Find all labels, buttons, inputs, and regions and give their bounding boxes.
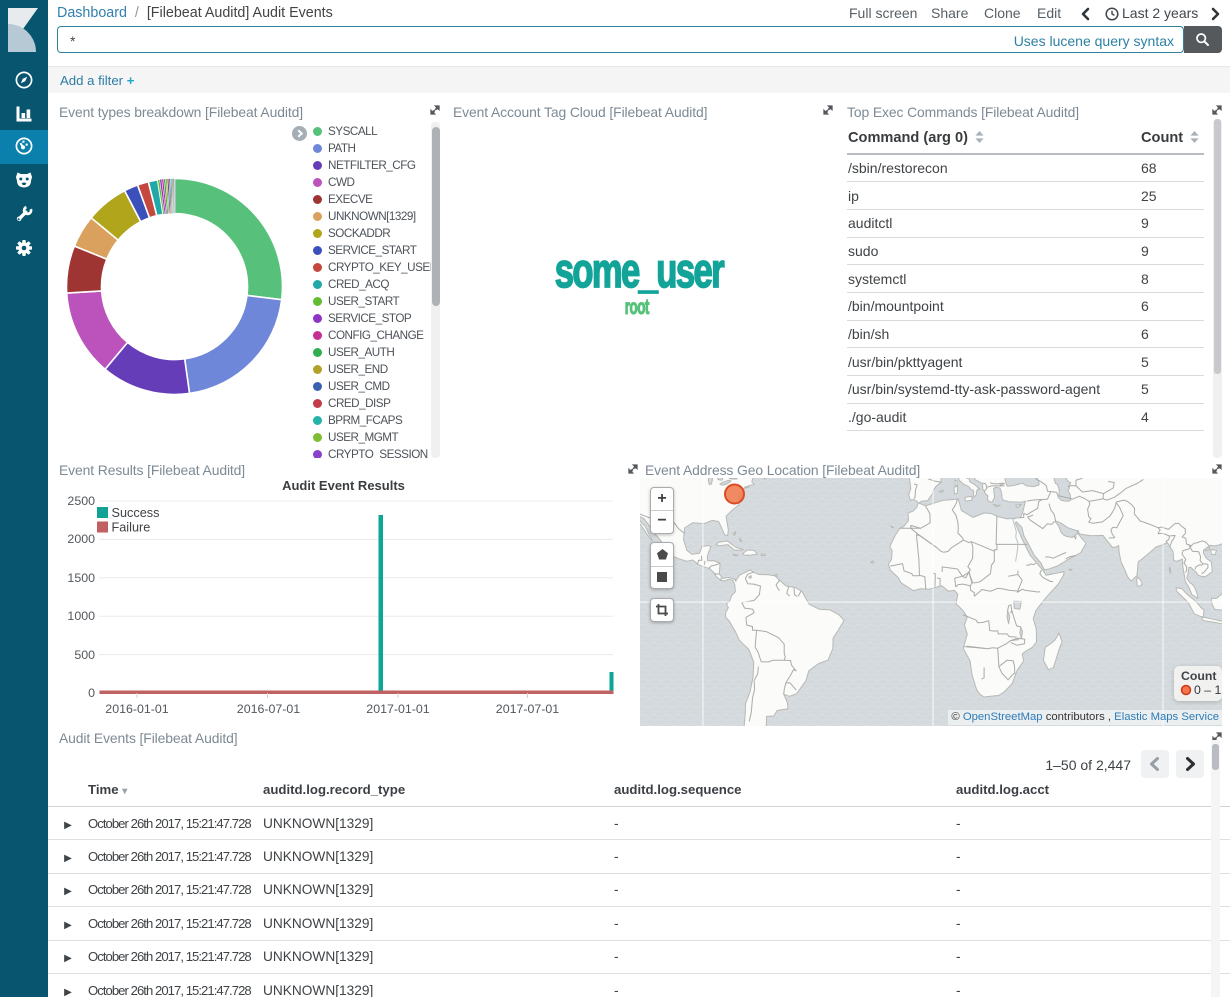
svg-text:Success: Success [112, 506, 160, 520]
svg-text:2017-01-01: 2017-01-01 [366, 702, 429, 716]
svg-text:Failure: Failure [112, 521, 151, 535]
svg-text:2016-07-01: 2016-07-01 [237, 702, 300, 716]
svg-text:2017-07-01: 2017-07-01 [496, 702, 559, 716]
svg-text:1500: 1500 [67, 571, 95, 585]
svg-text:1000: 1000 [67, 609, 95, 623]
svg-text:0: 0 [88, 686, 95, 700]
svg-text:2016-01-01: 2016-01-01 [105, 702, 168, 716]
svg-text:500: 500 [74, 648, 95, 662]
svg-text:2000: 2000 [67, 532, 95, 546]
svg-text:2500: 2500 [67, 494, 95, 508]
